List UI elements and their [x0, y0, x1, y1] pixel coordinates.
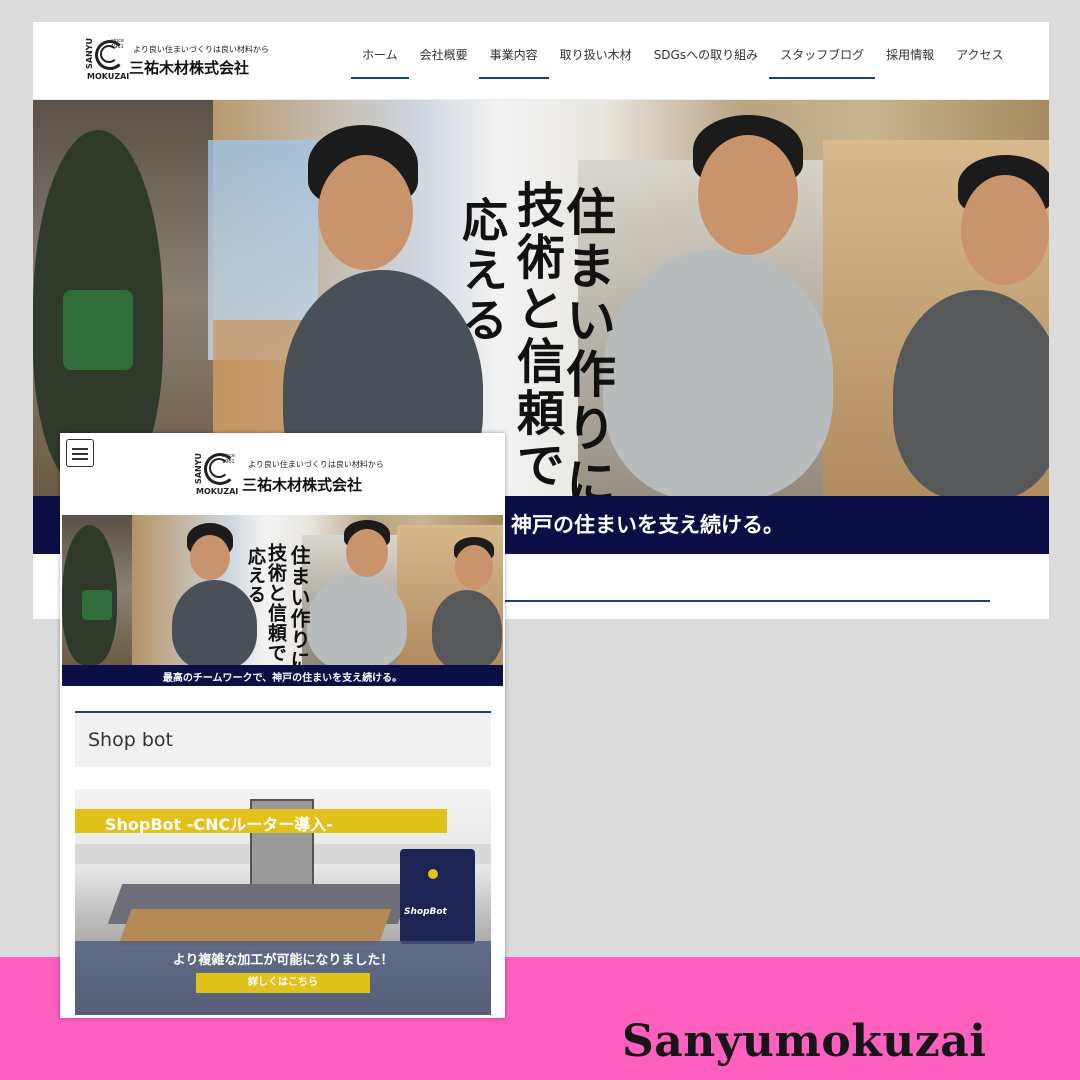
company-logo[interactable]: SANYU MOKUZAI since 1961 より良い住まいづくりは良い材料… — [85, 38, 269, 84]
hero-copy-line3: 応える — [455, 196, 509, 346]
mobile-hero-image: 住まい作りに 技術と信頼で 応える — [62, 515, 503, 665]
hero-tagline: 最高のチームワークで、神戸の住まいを支え続ける。 — [162, 673, 403, 684]
sander-tool-icon — [82, 590, 112, 620]
hamburger-menu-icon[interactable] — [66, 439, 94, 467]
hero-copy-line3: 応える — [245, 547, 266, 604]
machine-brand-label: ShopBot — [404, 907, 447, 917]
logo-mark-icon: SANYU MOKUZAI since 1961 — [194, 453, 239, 496]
site-header: SANYU MOKUZAI since 1961 より良い住まいづくりは良い材料… — [33, 22, 1049, 100]
logo-mark-icon: SANYU MOKUZAI since 1961 — [85, 38, 130, 81]
mobile-hero-tagline-band: 最高のチームワークで、神戸の住まいを支え続ける。 — [62, 665, 503, 686]
nav-business[interactable]: 事業内容 — [478, 46, 549, 79]
nav-home[interactable]: ホーム — [351, 46, 409, 79]
details-button[interactable]: 詳しくはこちら — [196, 973, 370, 993]
nav-lumber[interactable]: 取り扱い木材 — [549, 46, 643, 79]
mobile-screenshot: SANYU MOKUZAI since 1961 より良い住まいづくりは良い材料… — [60, 433, 505, 1018]
card-title-strip: ShopBot -CNCルーター導入- — [75, 809, 447, 834]
hero-tagline: 神戸の住まいを支え続ける。 — [511, 512, 784, 537]
shopbot-feature-card[interactable]: ShopBot ShopBot -CNCルーター導入- より複雑な加工が可能にな… — [75, 789, 491, 1015]
logo-company-name: 三祐木材株式会社 — [129, 59, 250, 77]
nav-company[interactable]: 会社概要 — [409, 46, 479, 79]
nav-sdgs[interactable]: SDGsへの取り組み — [643, 46, 769, 79]
worker-right-figure — [432, 590, 502, 665]
nav-recruit[interactable]: 採用情報 — [875, 46, 945, 79]
section-heading: Shop bot — [88, 729, 173, 751]
logo-tagline: より良い住まいづくりは良い材料から — [133, 45, 269, 54]
logo-company-name: 三祐木材株式会社 — [242, 476, 363, 494]
nav-staff-blog[interactable]: スタッフブログ — [769, 46, 876, 79]
main-nav: ホーム 会社概要 事業内容 取り扱い木材 SDGsへの取り組み スタッフブログ … — [351, 46, 1015, 79]
section-divider — [503, 600, 990, 602]
section-heading-box: Shop bot — [75, 713, 491, 767]
sander-tool-icon — [63, 290, 133, 370]
worker-glasses-figure — [307, 575, 407, 665]
card-message: より複雑な加工が可能になりました！ — [172, 953, 394, 968]
worker-glasses-figure — [603, 250, 833, 496]
card-title: ShopBot -CNCルーター導入- — [105, 815, 333, 834]
mobile-company-logo[interactable]: SANYU MOKUZAI since 1961 より良い住まいづくりは良い材料… — [194, 453, 384, 501]
card-caption-area: より複雑な加工が可能になりました！ 詳しくはこちら — [75, 941, 491, 1015]
logo-tagline: より良い住まいづくりは良い材料から — [248, 460, 384, 469]
brand-caption: Sanyumokuzai — [622, 1016, 987, 1067]
nav-access[interactable]: アクセス — [945, 46, 1014, 79]
worker-right-figure — [893, 290, 1049, 496]
